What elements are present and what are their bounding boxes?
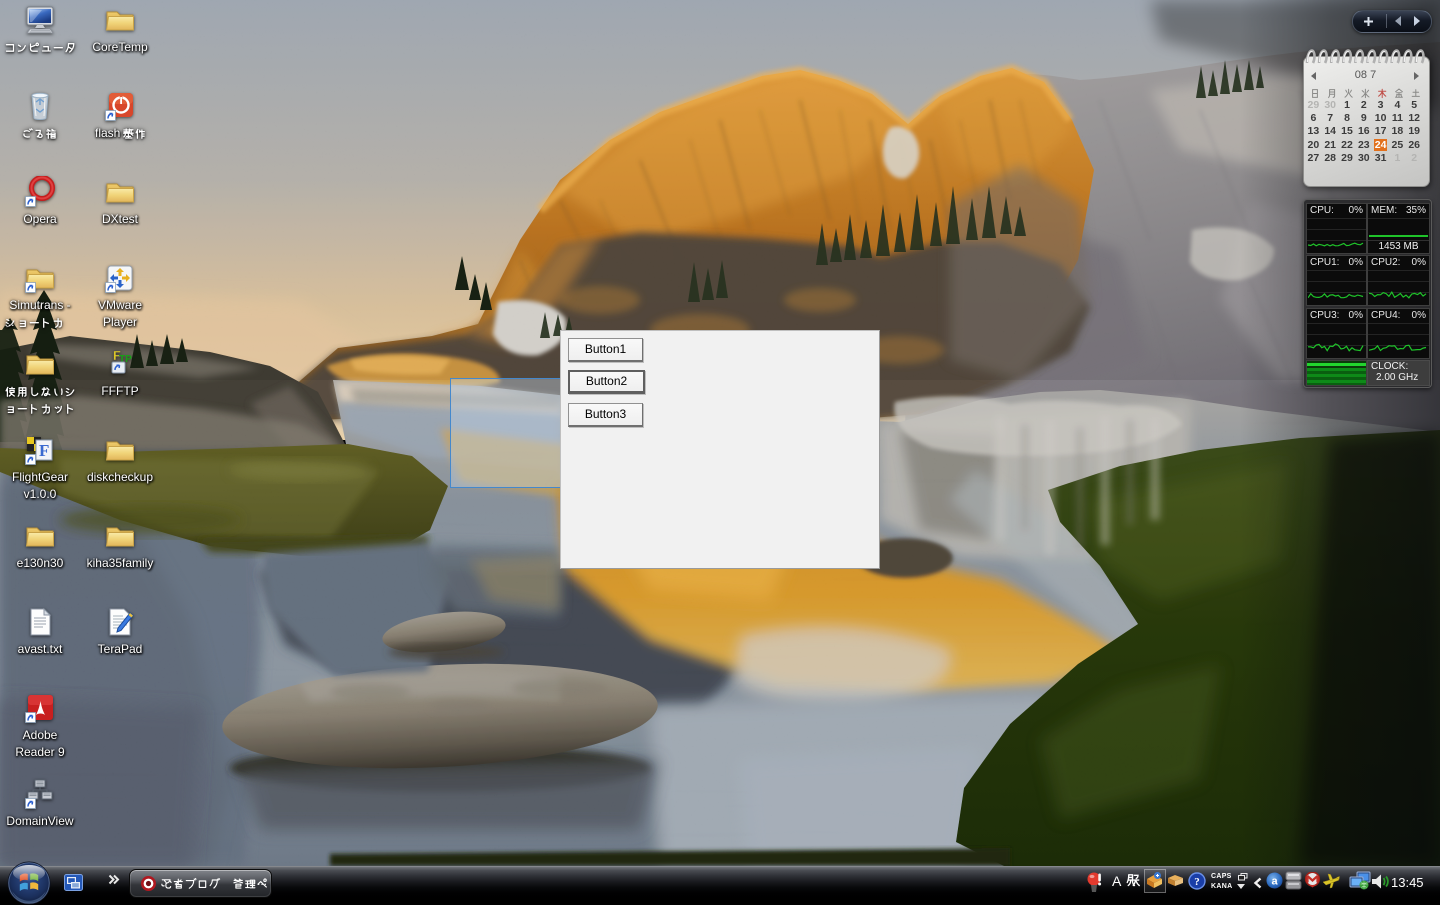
svg-text:?: ? [1194,876,1200,888]
svg-text:F: F [39,441,49,460]
svg-text:a: a [1271,876,1278,888]
